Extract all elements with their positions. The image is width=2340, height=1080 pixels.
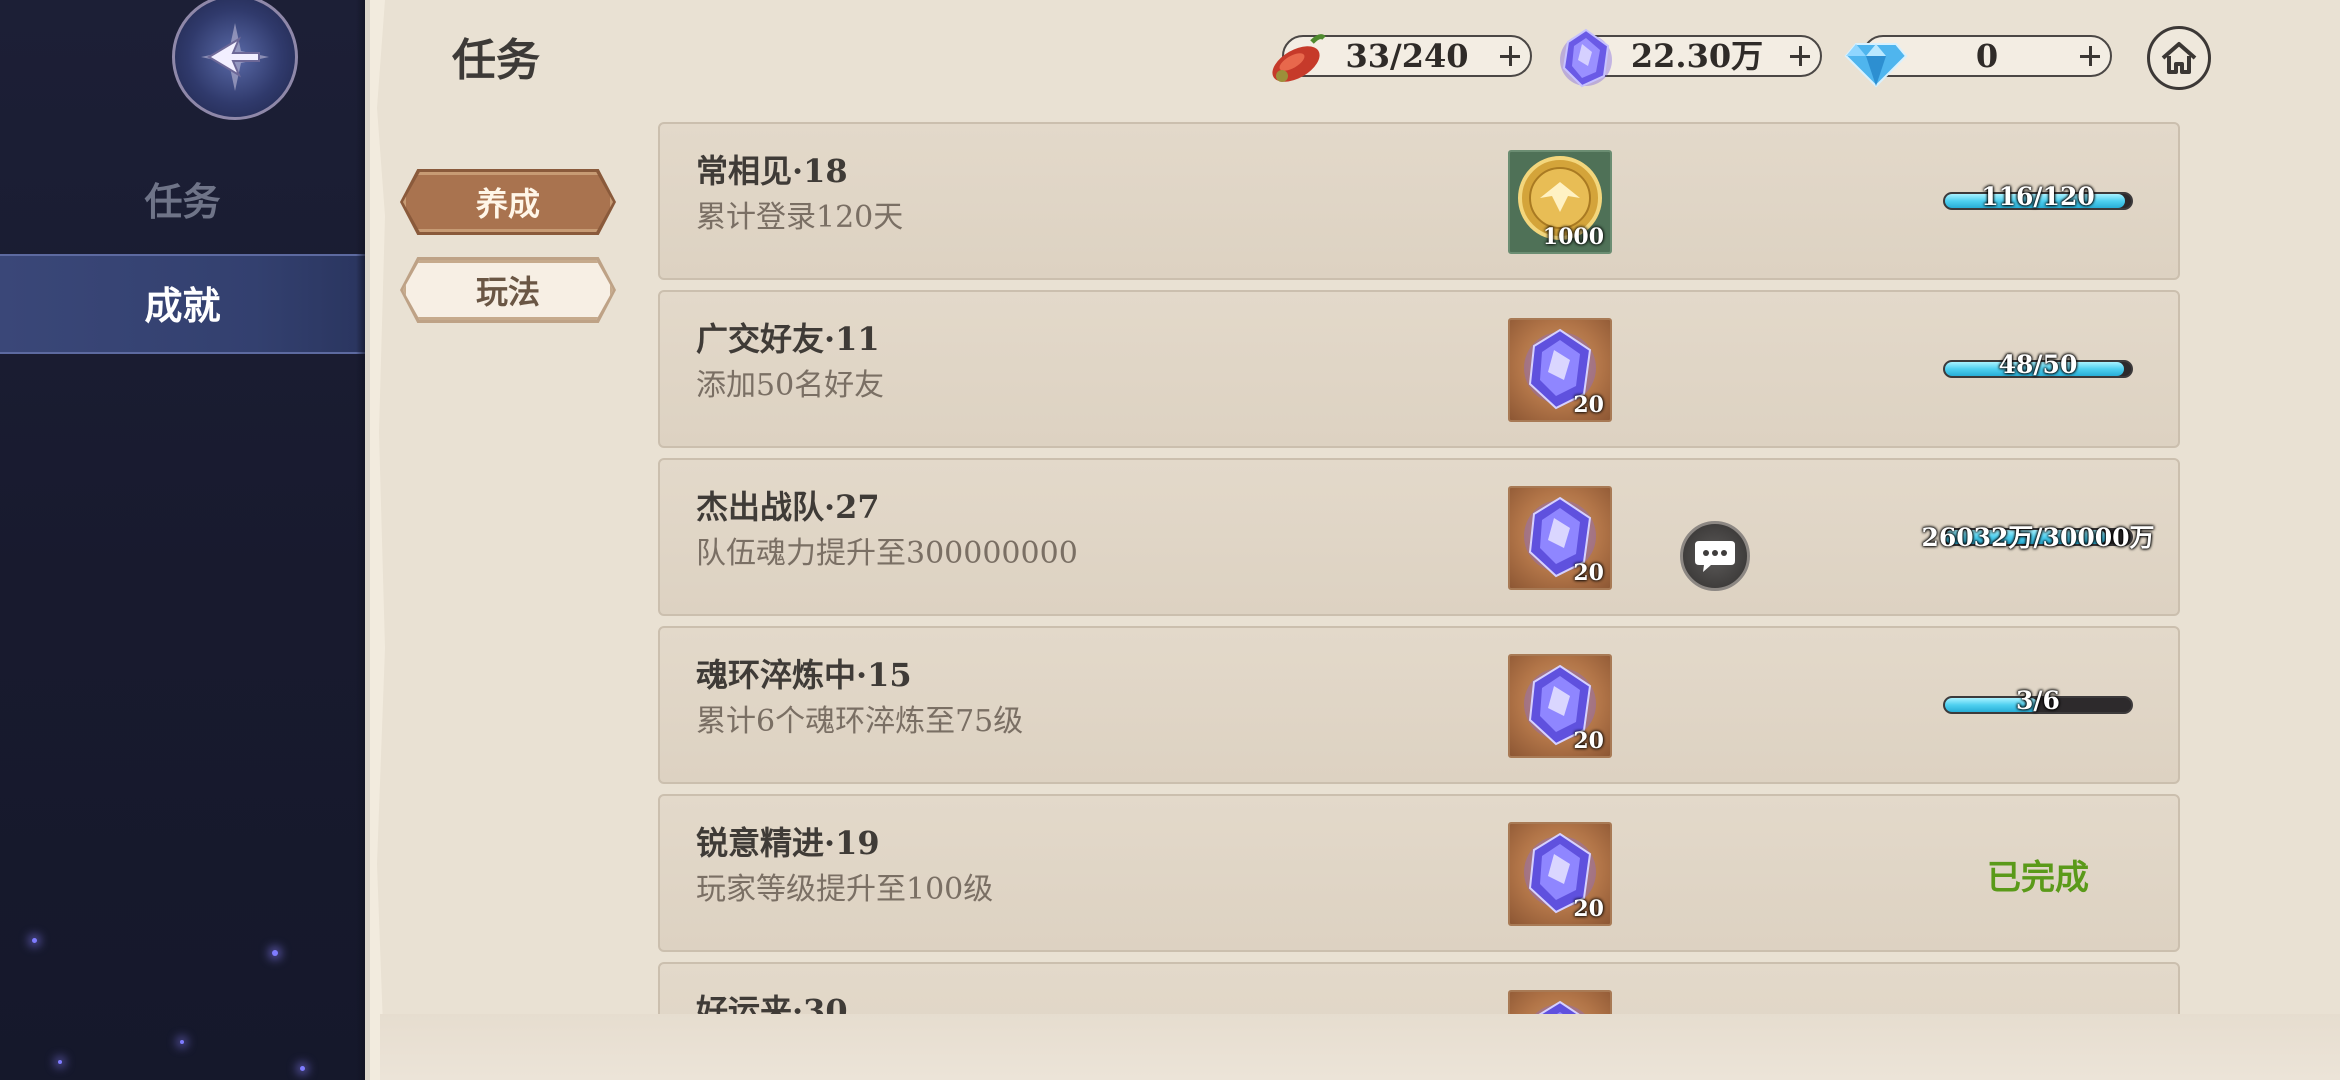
task-desc: 累计登录120天 (696, 200, 904, 235)
diamond-value: 0 (1975, 37, 1999, 75)
reward-quantity: 20 (1573, 392, 1604, 418)
progress-text: 116/120 (1981, 182, 2095, 211)
reward-item[interactable]: 20 (1508, 318, 1612, 422)
reward-item[interactable]: 20 (1508, 822, 1612, 926)
task-name: 常相见·18 (696, 152, 848, 190)
reward-quantity: 20 (1573, 728, 1604, 754)
sidebar-item-tasks[interactable]: 任务 (0, 172, 365, 232)
sparkle (272, 950, 278, 956)
purple-crystal-icon (1535, 1000, 1585, 1014)
reward-item[interactable] (1508, 990, 1612, 1014)
list-item: 广交好友·11 添加50名好友 20 48/50 (658, 290, 2180, 448)
purple-crystal-icon (1552, 24, 1620, 92)
reward-quantity: 1000 (1542, 224, 1604, 250)
sparkle (32, 938, 37, 943)
reward-item[interactable]: 20 (1508, 654, 1612, 758)
list-bottom-fade (380, 1014, 2340, 1080)
task-desc: 添加50名好友 (696, 368, 885, 403)
sparkle (58, 1060, 62, 1064)
page-title: 任务 (452, 35, 540, 86)
category-cultivation-button[interactable]: 养成 (403, 172, 613, 232)
torn-edge-divider (365, 0, 385, 1080)
add-stamina-plus-icon[interactable] (1500, 46, 1520, 66)
progress-text: 48/50 (1998, 350, 2078, 379)
completed-status: 已完成 (1987, 858, 2089, 898)
reward-quantity: 20 (1573, 560, 1604, 586)
home-icon (2161, 42, 2197, 74)
achievement-list[interactable]: 常相见·18 累计登录120天 1000 116/120 广交好友·11 添加5… (658, 120, 2180, 1014)
reward-quantity: 20 (1573, 896, 1604, 922)
sidebar-item-achievements[interactable]: 成就 (0, 254, 365, 354)
pepper-stamina-icon (1262, 24, 1330, 92)
list-item: 魂环淬炼中·15 累计6个魂环淬炼至75级 20 3/6 (658, 626, 2180, 784)
task-name: 魂环淬炼中·15 (696, 656, 912, 694)
compass-emblem-icon (172, 0, 298, 120)
list-item: 常相见·18 累计登录120天 1000 116/120 (658, 122, 2180, 280)
sparkle (180, 1040, 184, 1044)
chat-button[interactable] (1680, 521, 1750, 591)
task-name: 锐意精进·19 (696, 824, 880, 862)
list-item: 锐意精进·19 玩家等级提升至100级 20 已完成 (658, 794, 2180, 952)
reward-item[interactable]: 1000 (1508, 150, 1612, 254)
list-item: 杰出战队·27 队伍魂力提升至300000000 20 26032万/30000… (658, 458, 2180, 616)
chat-bubble-icon (1695, 541, 1735, 572)
add-crystal-plus-icon[interactable] (1790, 46, 1810, 66)
reward-item[interactable]: 20 (1508, 486, 1612, 590)
progress-text: 26032万/30000万 (1921, 523, 2155, 552)
crystal-value: 22.30万 (1630, 37, 1764, 75)
sidebar: 任务 成就 (0, 0, 370, 1080)
home-button[interactable] (2147, 26, 2211, 90)
task-desc: 玩家等级提升至100级 (696, 872, 994, 907)
task-name: 好运来·30 (696, 992, 848, 1014)
task-desc: 累计6个魂环淬炼至75级 (696, 704, 1024, 739)
progress-text: 3/6 (2016, 686, 2060, 715)
add-diamond-plus-icon[interactable] (2080, 46, 2100, 66)
blue-diamond-icon (1842, 24, 1910, 92)
task-name: 杰出战队·27 (696, 488, 880, 526)
list-item: 好运来·30 (658, 962, 2180, 1014)
task-name: 广交好友·11 (696, 320, 880, 358)
category-gameplay-button[interactable]: 玩法 (403, 260, 613, 320)
task-desc: 队伍魂力提升至300000000 (696, 536, 1078, 571)
stamina-value: 33/240 (1345, 37, 1469, 75)
sparkle (300, 1066, 305, 1071)
